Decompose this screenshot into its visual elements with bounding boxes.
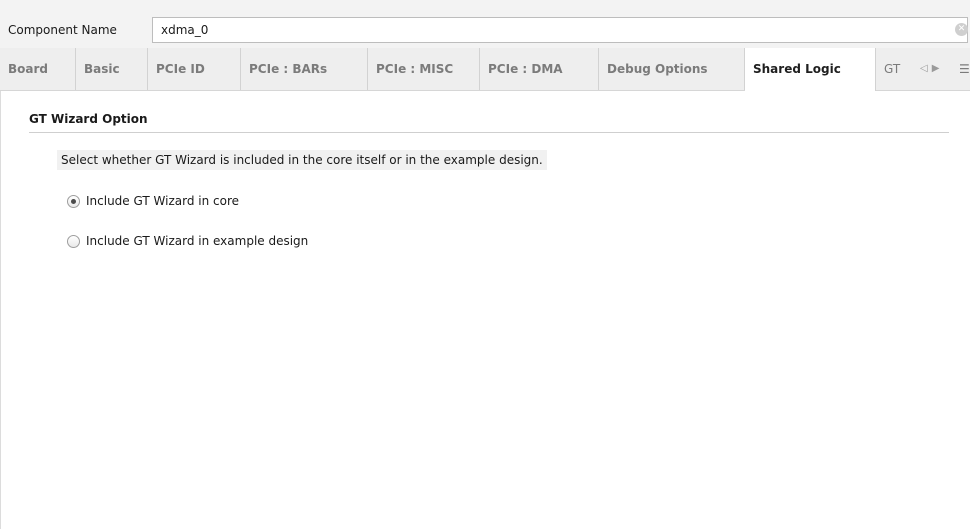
hamburger-menu-icon[interactable]: ☰ bbox=[959, 48, 970, 90]
section-title: GT Wizard Option bbox=[29, 112, 148, 126]
clear-icon[interactable]: ✕ bbox=[955, 23, 968, 36]
option-include-in-example-design[interactable]: Include GT Wizard in example design bbox=[67, 232, 308, 250]
tab-pcie-bars[interactable]: PCIe : BARs bbox=[241, 48, 368, 90]
triangle-left-icon[interactable]: ◁ bbox=[920, 48, 928, 90]
tab-pcie-misc[interactable]: PCIe : MISC bbox=[368, 48, 480, 90]
tab-debug-options[interactable]: Debug Options bbox=[599, 48, 745, 90]
tab-basic-label: Basic bbox=[84, 62, 120, 76]
option-label: Include GT Wizard in example design bbox=[86, 234, 309, 248]
triangle-right-icon[interactable]: ▶ bbox=[932, 48, 940, 90]
component-name-row: Component Name ✕ bbox=[0, 0, 970, 48]
tab-bar: Board Basic PCIe ID PCIe : BARs PCIe : M… bbox=[0, 48, 970, 91]
component-name-label: Component Name bbox=[8, 23, 117, 37]
radio-checked-icon[interactable] bbox=[67, 194, 80, 208]
tab-shared-logic[interactable]: Shared Logic bbox=[745, 48, 876, 91]
option-include-in-core[interactable]: Include GT Wizard in core bbox=[67, 192, 239, 210]
tab-pcie-dma[interactable]: PCIe : DMA bbox=[480, 48, 599, 90]
tab-pcie-dma-label: PCIe : DMA bbox=[488, 62, 563, 76]
tab-shared-logic-label: Shared Logic bbox=[753, 62, 841, 76]
radio-unchecked-icon[interactable] bbox=[67, 234, 80, 248]
tab-board[interactable]: Board bbox=[0, 48, 76, 90]
tab-basic[interactable]: Basic bbox=[76, 48, 148, 90]
tab-gt[interactable]: GT bbox=[876, 48, 920, 90]
option-label: Include GT Wizard in core bbox=[86, 194, 239, 208]
tab-pcie-id-label: PCIe ID bbox=[156, 62, 205, 76]
tab-debug-options-label: Debug Options bbox=[607, 62, 708, 76]
tab-board-label: Board bbox=[8, 62, 48, 76]
tab-pcie-bars-label: PCIe : BARs bbox=[249, 62, 328, 76]
tab-pcie-id[interactable]: PCIe ID bbox=[148, 48, 241, 90]
tab-scroll-arrows: ◁ ▶ bbox=[920, 48, 943, 90]
tab-pcie-misc-label: PCIe : MISC bbox=[376, 62, 454, 76]
section-divider bbox=[29, 132, 949, 133]
section-description: Select whether GT Wizard is included in … bbox=[57, 150, 547, 170]
tab-gt-label: GT bbox=[884, 62, 901, 76]
component-name-input[interactable] bbox=[152, 17, 968, 43]
